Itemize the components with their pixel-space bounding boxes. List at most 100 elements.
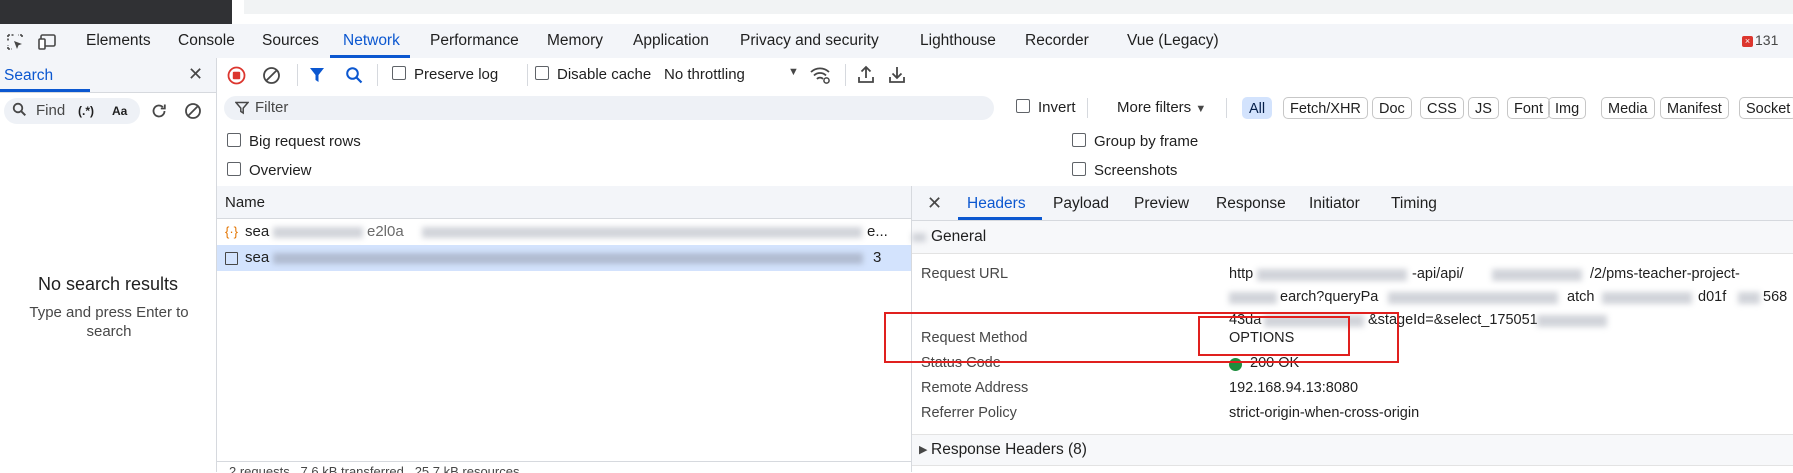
- filter-chip-media[interactable]: Media: [1601, 97, 1655, 119]
- tab-application[interactable]: Application: [633, 32, 709, 50]
- network-toolbar: Preserve log Disable cache No throttling…: [217, 58, 1793, 93]
- error-count: 131: [1755, 32, 1779, 48]
- redacted-text: [1602, 292, 1692, 304]
- overview-checkbox[interactable]: Overview: [227, 162, 312, 179]
- column-name-header[interactable]: Name: [225, 194, 265, 211]
- checkbox-box[interactable]: [392, 66, 406, 80]
- search-network-icon[interactable]: [345, 66, 363, 88]
- big-request-rows-checkbox[interactable]: Big request rows: [227, 133, 361, 150]
- filter-divider: [1087, 98, 1088, 118]
- filter-icon: [234, 101, 250, 119]
- request-list-header: Name: [217, 186, 911, 219]
- general-section-header[interactable]: General: [912, 221, 1793, 254]
- tab-elements[interactable]: Elements: [86, 32, 151, 50]
- tab-lighthouse[interactable]: Lighthouse: [920, 32, 996, 50]
- more-filters-dropdown[interactable]: More filters ▼: [1117, 99, 1206, 116]
- search-tab-indicator: [0, 89, 90, 92]
- tab-memory[interactable]: Memory: [547, 32, 603, 50]
- request-name-visible: e2l0a: [367, 223, 404, 240]
- tab-privacy-and-security[interactable]: Privacy and security: [740, 32, 879, 50]
- chevron-down-icon: ▼: [1195, 103, 1207, 115]
- import-har-icon[interactable]: [857, 65, 875, 88]
- error-counter[interactable]: × 131: [1742, 32, 1778, 48]
- filter-chip-all[interactable]: All: [1242, 97, 1273, 119]
- throttling-select[interactable]: No throttling ▼: [664, 66, 799, 83]
- referrer-policy-value: strict-origin-when-cross-origin: [1229, 405, 1420, 421]
- error-icon: ×: [1742, 36, 1753, 47]
- no-search-results-title: No search results: [37, 274, 179, 294]
- search-input[interactable]: Find (.*) Aa: [4, 98, 140, 124]
- search-icon: [12, 102, 27, 121]
- filter-divider: [1226, 98, 1227, 118]
- blurred-edge: [912, 221, 930, 253]
- group-by-frame-checkbox[interactable]: Group by frame: [1072, 133, 1198, 150]
- screenshots-checkbox[interactable]: Screenshots: [1072, 162, 1177, 179]
- tab-network[interactable]: Network: [343, 32, 400, 50]
- tab-vue-legacy[interactable]: Vue (Legacy): [1127, 32, 1219, 50]
- response-headers-section[interactable]: ▶ Response Headers (8): [912, 434, 1793, 466]
- filter-chip-js[interactable]: JS: [1468, 97, 1499, 119]
- redacted-text: [1537, 315, 1607, 327]
- devtools-tabbar: Elements Console Sources Network Perform…: [0, 24, 1793, 59]
- search-panel: Search ✕ Find (.*) Aa No search results …: [0, 58, 217, 472]
- filter-chip-font[interactable]: Font: [1507, 97, 1551, 119]
- export-har-icon[interactable]: [888, 65, 906, 88]
- browser-top-strip: [0, 0, 1793, 25]
- referrer-policy-label: Referrer Policy: [921, 405, 1017, 421]
- details-tab-payload[interactable]: Payload: [1053, 195, 1109, 213]
- details-tabbar: ✕ Headers Payload Preview Response Initi…: [912, 186, 1793, 221]
- request-row-selected[interactable]: sea 3: [217, 245, 911, 271]
- close-icon[interactable]: ✕: [188, 64, 203, 85]
- regex-toggle[interactable]: (.*): [78, 104, 94, 118]
- filter-chip-manifest[interactable]: Manifest: [1660, 97, 1729, 119]
- network-settings-row: Big request rows Overview Group by frame…: [217, 125, 1793, 187]
- filter-chip-socket[interactable]: Socket: [1739, 97, 1793, 119]
- tab-console[interactable]: Console: [178, 32, 235, 50]
- checkbox-box[interactable]: [1016, 99, 1030, 113]
- checkbox-box[interactable]: [1072, 133, 1086, 147]
- overview-label: Overview: [249, 162, 312, 179]
- invert-checkbox[interactable]: Invert: [1016, 99, 1076, 116]
- network-summary-bar: 2 requests 7.6 kB transferred 25.7 kB re…: [217, 461, 911, 473]
- details-tab-timing[interactable]: Timing: [1391, 195, 1437, 213]
- search-tab[interactable]: Search: [4, 67, 53, 85]
- tab-sources[interactable]: Sources: [262, 32, 319, 50]
- filter-chip-css[interactable]: CSS: [1420, 97, 1464, 119]
- request-row[interactable]: {·} sea e2l0a e...: [217, 219, 911, 245]
- document-icon: [225, 252, 238, 265]
- record-stop-icon[interactable]: [227, 66, 246, 89]
- match-case-toggle[interactable]: Aa: [112, 104, 127, 118]
- checkbox-box[interactable]: [1072, 162, 1086, 176]
- filter-input[interactable]: Filter: [224, 96, 994, 120]
- search-placeholder: Find: [36, 102, 66, 119]
- refresh-icon[interactable]: [150, 102, 168, 124]
- clear-icon[interactable]: [184, 102, 202, 124]
- filter-chip-fetch-xhr[interactable]: Fetch/XHR: [1283, 97, 1368, 119]
- details-tab-preview[interactable]: Preview: [1134, 195, 1189, 213]
- inspect-element-icon[interactable]: [6, 33, 24, 55]
- disable-cache-checkbox[interactable]: Disable cache: [527, 66, 651, 83]
- device-toolbar-icon[interactable]: [38, 33, 58, 55]
- close-details-icon[interactable]: ✕: [927, 193, 942, 214]
- checkbox-box[interactable]: [535, 66, 549, 80]
- chevron-down-icon: ▼: [788, 66, 799, 78]
- preserve-log-checkbox[interactable]: Preserve log: [392, 66, 498, 83]
- filter-toggle-icon[interactable]: [309, 67, 325, 88]
- tab-recorder[interactable]: Recorder: [1025, 32, 1089, 50]
- checkbox-box[interactable]: [227, 133, 241, 147]
- tab-performance[interactable]: Performance: [430, 32, 519, 50]
- details-tab-response[interactable]: Response: [1216, 195, 1286, 213]
- details-tab-initiator[interactable]: Initiator: [1309, 195, 1360, 213]
- clear-log-icon[interactable]: [262, 66, 281, 89]
- filter-chip-doc[interactable]: Doc: [1372, 97, 1412, 119]
- redacted-text: [1492, 269, 1582, 281]
- redacted-text: [1738, 292, 1760, 304]
- filter-chip-img[interactable]: Img: [1548, 97, 1587, 119]
- checkbox-box[interactable]: [227, 162, 241, 176]
- details-tab-headers[interactable]: Headers: [967, 195, 1026, 213]
- request-url-label: Request URL: [921, 266, 1009, 282]
- page-area-edge: [244, 0, 1793, 14]
- network-conditions-icon[interactable]: [809, 66, 831, 88]
- filter-placeholder: Filter: [255, 99, 289, 116]
- disable-cache-label: Disable cache: [557, 66, 652, 83]
